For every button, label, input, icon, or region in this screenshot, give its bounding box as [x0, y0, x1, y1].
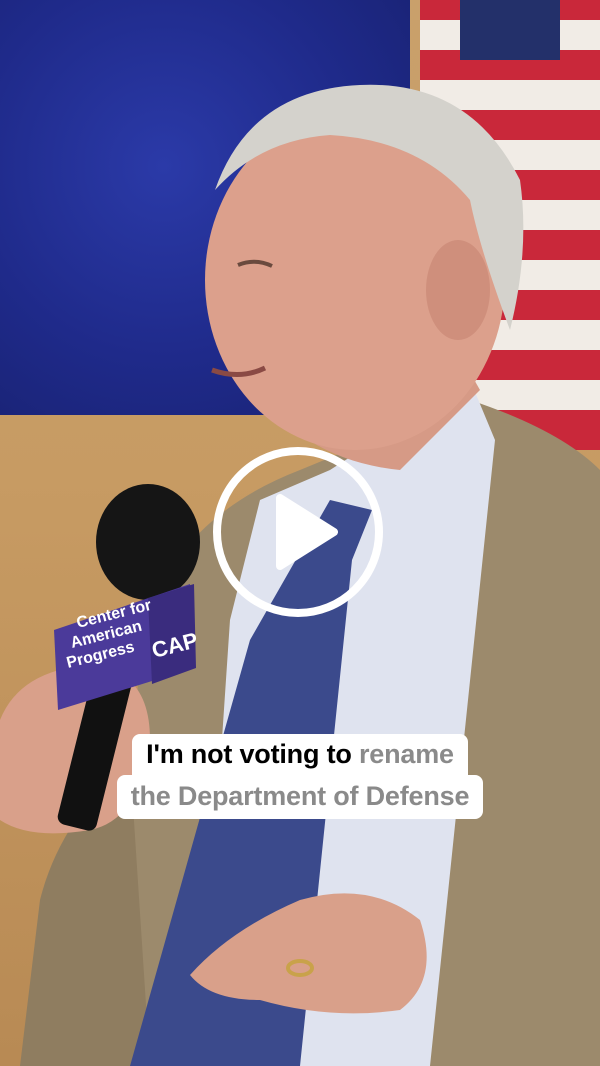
caption-highlight-word: rename: [358, 739, 454, 769]
play-icon: [213, 447, 383, 617]
play-button[interactable]: [210, 444, 386, 620]
caption-line-1: I'm not voting to rename: [132, 734, 468, 777]
subtitle-caption: I'm not voting to rename the Department …: [0, 734, 600, 819]
caption-line-2: the Department of Defense: [116, 775, 484, 819]
caption-text-highlighted: the Department of Defense: [130, 781, 470, 811]
caption-text: I'm not voting to: [146, 739, 352, 769]
video-player[interactable]: Center for American Progress CAP I'm not…: [0, 0, 600, 1066]
